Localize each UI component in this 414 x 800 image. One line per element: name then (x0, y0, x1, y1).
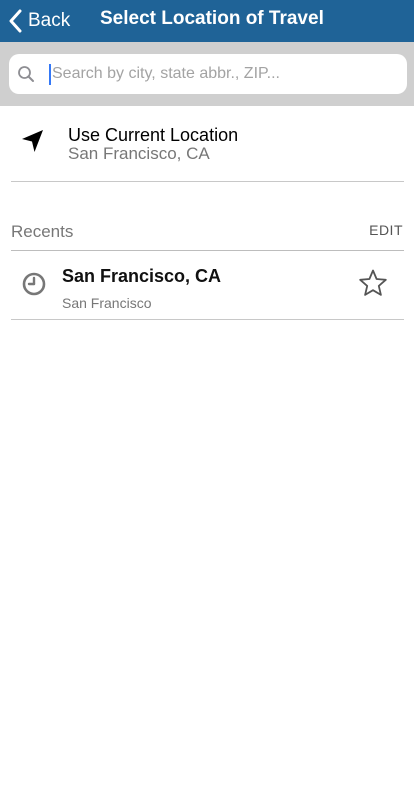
text-cursor (49, 64, 51, 85)
search-icon (18, 66, 34, 82)
list-item[interactable]: San Francisco, CA San Francisco (0, 252, 414, 319)
search-input[interactable] (52, 62, 392, 86)
location-arrow-icon (22, 130, 43, 152)
current-location-value: San Francisco, CA (68, 144, 210, 163)
navigation-bar: Back Select Location of Travel (0, 0, 414, 42)
chevron-left-icon (9, 9, 22, 33)
recents-heading: Recents (11, 222, 74, 241)
search-box[interactable] (9, 54, 407, 94)
use-current-location-label: Use Current Location (68, 125, 239, 145)
select-location-screen: Back Select Location of Travel Use Curre… (0, 0, 414, 800)
divider (11, 250, 404, 251)
back-button[interactable]: Back (8, 6, 70, 36)
divider (11, 319, 404, 320)
edit-button[interactable]: EDIT (369, 222, 403, 238)
use-current-location-row[interactable]: Use Current Location San Francisco, CA (0, 106, 414, 182)
recent-location-title: San Francisco, CA (62, 266, 222, 286)
page-title: Select Location of Travel (100, 8, 324, 29)
star-outline-icon[interactable] (358, 268, 388, 298)
divider (11, 181, 404, 182)
clock-icon (22, 272, 46, 296)
back-label: Back (28, 10, 71, 31)
recent-location-subtitle: San Francisco (62, 295, 152, 311)
search-bar-container (0, 42, 414, 106)
